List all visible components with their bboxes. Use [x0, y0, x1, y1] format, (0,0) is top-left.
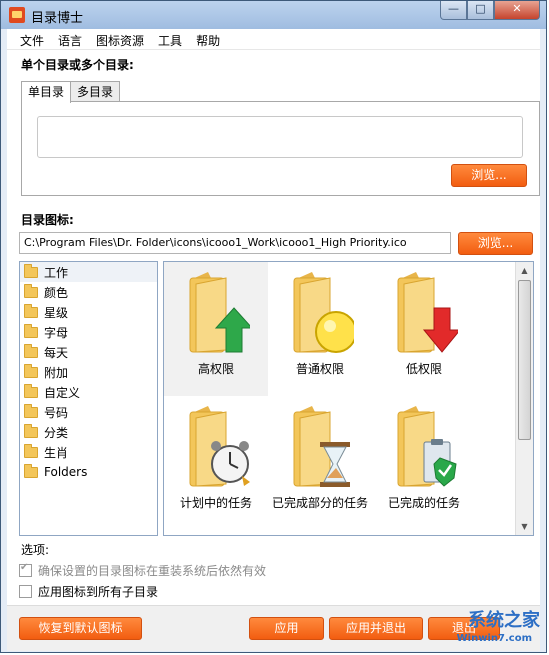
- app-window: 目录博士 — □ ✕ 文件 语言 图标资源 工具 帮助 单个目录或多个目录: 单…: [0, 0, 547, 653]
- icon-label: 计划中的任务: [179, 496, 252, 510]
- watermark-url: Winwin7.com: [456, 633, 532, 644]
- client-area: 文件 语言 图标资源 工具 帮助 单个目录或多个目录: 单目录 多目录 浏览..…: [7, 29, 540, 651]
- menu-help[interactable]: 帮助: [189, 29, 227, 49]
- menu-language[interactable]: 语言: [51, 29, 89, 49]
- folder-icon: [24, 363, 38, 378]
- folder-icon: [24, 283, 38, 298]
- maximize-button[interactable]: □: [467, 1, 494, 20]
- dir-tabs: 单目录 多目录: [21, 81, 121, 103]
- category-item[interactable]: 自定义: [20, 382, 157, 402]
- app-logo-icon: [9, 7, 25, 23]
- folder-hourglass-icon: [293, 406, 350, 487]
- folder-icon: [24, 343, 38, 358]
- scroll-down-icon[interactable]: ▼: [516, 518, 533, 535]
- browse-icon-button[interactable]: 浏览...: [458, 232, 533, 255]
- icon-low-priority[interactable]: 低权限: [372, 262, 476, 396]
- icon-label: 低权限: [405, 362, 442, 376]
- icon-section-label: 目录图标:: [21, 213, 74, 227]
- folder-icon: [24, 403, 38, 418]
- persist-checkbox[interactable]: [19, 562, 32, 577]
- category-item[interactable]: 星级: [20, 302, 157, 322]
- window-controls: — □ ✕: [440, 1, 540, 20]
- title-bar[interactable]: 目录博士 — □ ✕: [1, 1, 546, 29]
- folder-icon: [24, 463, 38, 478]
- folder-clipboard-check-icon: [397, 406, 457, 487]
- category-item[interactable]: 工作: [20, 262, 157, 282]
- folder-icon: [24, 443, 38, 458]
- icon-label: 已完成的任务: [387, 496, 460, 510]
- window-title: 目录博士: [31, 11, 84, 26]
- option-persist-row[interactable]: 确保设置的目录图标在重装系统后依然有效: [19, 562, 266, 579]
- icon-grid-scrollbar[interactable]: ▲ ▼: [515, 262, 533, 535]
- tab-single-dir[interactable]: 单目录: [21, 81, 72, 103]
- close-button[interactable]: ✕: [494, 1, 540, 20]
- restore-default-button[interactable]: 恢复到默认图标: [19, 617, 142, 640]
- watermark: 系统之家 Winwin7.com: [386, 606, 546, 652]
- icon-normal-priority[interactable]: 普通权限: [268, 262, 372, 396]
- folder-icon: [24, 423, 38, 438]
- icon-planned-task[interactable]: 计划中的任务: [164, 396, 268, 530]
- menu-bar: 文件 语言 图标资源 工具 帮助: [7, 29, 540, 50]
- directory-input[interactable]: [37, 116, 523, 158]
- folder-arrow-up-icon: [189, 272, 250, 353]
- category-item[interactable]: 附加: [20, 362, 157, 382]
- icon-partial-task[interactable]: 已完成部分的任务: [268, 396, 372, 530]
- category-item[interactable]: 分类: [20, 422, 157, 442]
- subdirs-checkbox[interactable]: [19, 585, 32, 598]
- menu-tools[interactable]: 工具: [151, 29, 189, 49]
- category-item[interactable]: 生肖: [20, 442, 157, 462]
- options-label: 选项:: [21, 543, 50, 557]
- folder-icon: [24, 323, 38, 338]
- category-list: 工作 颜色 星级 字母 每天 附加 自定义 号码 分类 生肖 Folders: [19, 261, 158, 536]
- apply-button[interactable]: 应用: [249, 617, 324, 640]
- icon-high-priority[interactable]: 高权限: [164, 262, 268, 396]
- watermark-text: 系统之家: [468, 610, 540, 631]
- scroll-thumb[interactable]: [518, 280, 531, 440]
- tab-multi-dir[interactable]: 多目录: [70, 81, 121, 102]
- single-dir-panel: 浏览...: [21, 101, 540, 196]
- category-item[interactable]: 颜色: [20, 282, 157, 302]
- minimize-button[interactable]: —: [440, 1, 467, 20]
- icon-completed-task[interactable]: 已完成的任务: [372, 396, 476, 530]
- icon-grid: 高权限 普通权限 低权限 计划中的任务 已完成部分的任务 已完成的任务 ▲ ▼: [163, 261, 534, 536]
- folder-alarm-clock-icon: [189, 406, 250, 487]
- menu-file[interactable]: 文件: [13, 29, 51, 49]
- category-item[interactable]: 字母: [20, 322, 157, 342]
- icon-label: 普通权限: [295, 362, 344, 376]
- dirs-section-label: 单个目录或多个目录:: [21, 58, 134, 72]
- scroll-up-icon[interactable]: ▲: [516, 262, 533, 279]
- icon-label: 已完成部分的任务: [272, 496, 369, 510]
- folder-arrow-down-icon: [397, 272, 458, 353]
- option-subdirs-row[interactable]: 应用图标到所有子目录: [19, 583, 158, 600]
- menu-icon-resources[interactable]: 图标资源: [89, 29, 151, 49]
- folder-icon: [24, 303, 38, 318]
- icon-path-field[interactable]: C:\Program Files\Dr. Folder\icons\icooo1…: [19, 232, 451, 254]
- folder-icon: [24, 263, 38, 278]
- category-item[interactable]: Folders: [20, 462, 157, 482]
- browse-dir-button[interactable]: 浏览...: [451, 164, 527, 187]
- folder-circle-icon: [293, 272, 354, 353]
- category-item[interactable]: 每天: [20, 342, 157, 362]
- category-item[interactable]: 号码: [20, 402, 157, 422]
- icon-label: 高权限: [197, 362, 234, 376]
- folder-icon: [24, 383, 38, 398]
